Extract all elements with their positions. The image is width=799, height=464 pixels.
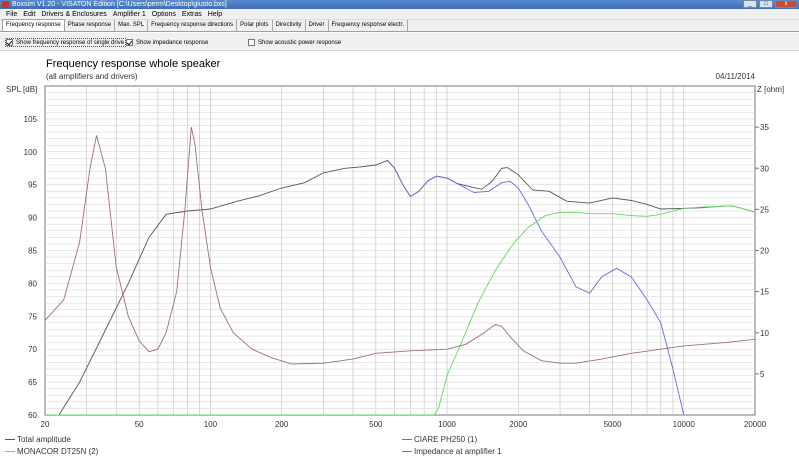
y-tick-label: 70 [28,345,37,354]
single-drivers-checkbox[interactable] [6,39,13,46]
option-single-drivers[interactable]: Show frequency response of single drive [5,38,127,47]
y-tick-label: 75 [28,312,37,321]
y-tick-label: 65 [28,378,37,387]
menu-options[interactable]: Options [149,9,179,20]
tab-frequency-response[interactable]: Frequency response [2,19,65,31]
menu-bar: File Edit Drivers & Enclosures Amplifier… [0,9,799,20]
legend-item-impedance: Impedance at amplifier 1 [402,447,502,456]
legend-swatch-total [5,439,15,440]
y-tick-label: 95 [28,181,37,190]
x-tick-label: 20000 [744,420,767,429]
x-tick-label: 1000 [438,420,456,429]
impedance-checkbox[interactable] [126,39,133,46]
x-tick-label: 5000 [604,420,622,429]
legend-label-impedance: Impedance at amplifier 1 [414,447,502,456]
tab-phase-response[interactable]: Phase response [65,20,116,31]
y-tick-label: 85 [28,247,37,256]
y2-tick-label: 20 [760,247,769,256]
option-acoustic-power[interactable]: Show acoustic power response [248,38,341,47]
tab-driver[interactable]: Driver [306,20,329,31]
tab-directivity[interactable]: Directivity [273,20,306,31]
impedance-label: Show impedance response [136,39,209,46]
minimize-button[interactable]: _ [743,0,757,8]
x-tick-label: 50 [135,420,144,429]
x-tick-label: 20 [41,420,50,429]
tab-polar-plots[interactable]: Polar plots [237,20,273,31]
menu-drivers-enclosures[interactable]: Drivers & Enclosures [38,9,109,20]
legend-swatch-monacor [5,451,15,452]
single-drivers-label: Show frequency response of single drive [16,39,125,46]
y-tick-label: 90 [28,214,37,223]
window-controls: _ □ x [743,0,797,9]
acoustic-power-checkbox[interactable] [248,39,255,46]
legend-label-monacor: MONACOR DT25N (2) [17,447,99,456]
x-tick-label: 500 [369,420,383,429]
legend-item-monacor: MONACOR DT25N (2) [5,447,98,456]
y2-tick-label: 10 [760,329,769,338]
app-icon [2,1,9,8]
y2-tick-label: 15 [760,288,769,297]
y2-tick-label: 5 [760,370,765,379]
y2-tick-label: 35 [760,123,769,132]
window-title: Boxsim V1.20 - VISATON Edition [C:\Users… [12,1,227,8]
legend-label-total: Total amplitude [17,435,71,444]
menu-extras[interactable]: Extras [179,9,205,20]
acoustic-power-label: Show acoustic power response [258,39,342,46]
y2-axis-label: Z [ohm] [757,85,784,94]
legend-label-ciare: CIARE PH250 (1) [414,435,478,444]
y-tick-label: 100 [24,148,38,157]
x-tick-label: 100 [204,420,218,429]
legend-swatch-ciare [402,439,412,440]
menu-file[interactable]: File [3,9,20,20]
y-axis-label: SPL [dB] [6,85,37,94]
option-impedance[interactable]: Show impedance response [126,38,208,47]
frequency-response-plot: 20 50 100 200 500 1000 2000 5000 10000 20000 60 65 7… [6,85,784,429]
legend-item-total: Total amplitude [5,435,71,444]
x-tick-label: 2000 [509,420,527,429]
legend-item-ciare: CIARE PH250 (1) [402,435,477,444]
y-tick-label: 80 [28,279,37,288]
tab-bar: Frequency response Phase response Max. S… [0,19,799,32]
chart-title: Frequency response whole speaker [46,58,221,70]
menu-amplifier[interactable]: Amplifier 1 [110,9,149,20]
menu-help[interactable]: Help [205,9,225,20]
x-tick-label: 200 [275,420,289,429]
options-bar: Show frequency response of single drive … [0,33,799,51]
y-tick-label: 105 [24,115,38,124]
y2-tick-label: 25 [760,205,769,214]
close-button[interactable]: x [775,0,797,8]
tab-frequency-response-directions[interactable]: Frequency response directions [148,20,238,31]
y-tick-label: 60 [28,411,37,420]
x-tick-label: 10000 [673,420,696,429]
legend-swatch-impedance [402,451,412,452]
tab-max-spl[interactable]: Max. SPL [115,20,149,31]
tab-frequency-response-electr[interactable]: Frequency response electr. [329,20,408,31]
menu-edit[interactable]: Edit [20,9,38,20]
maximize-button[interactable]: □ [759,0,773,8]
y2-tick-label: 30 [760,164,769,173]
